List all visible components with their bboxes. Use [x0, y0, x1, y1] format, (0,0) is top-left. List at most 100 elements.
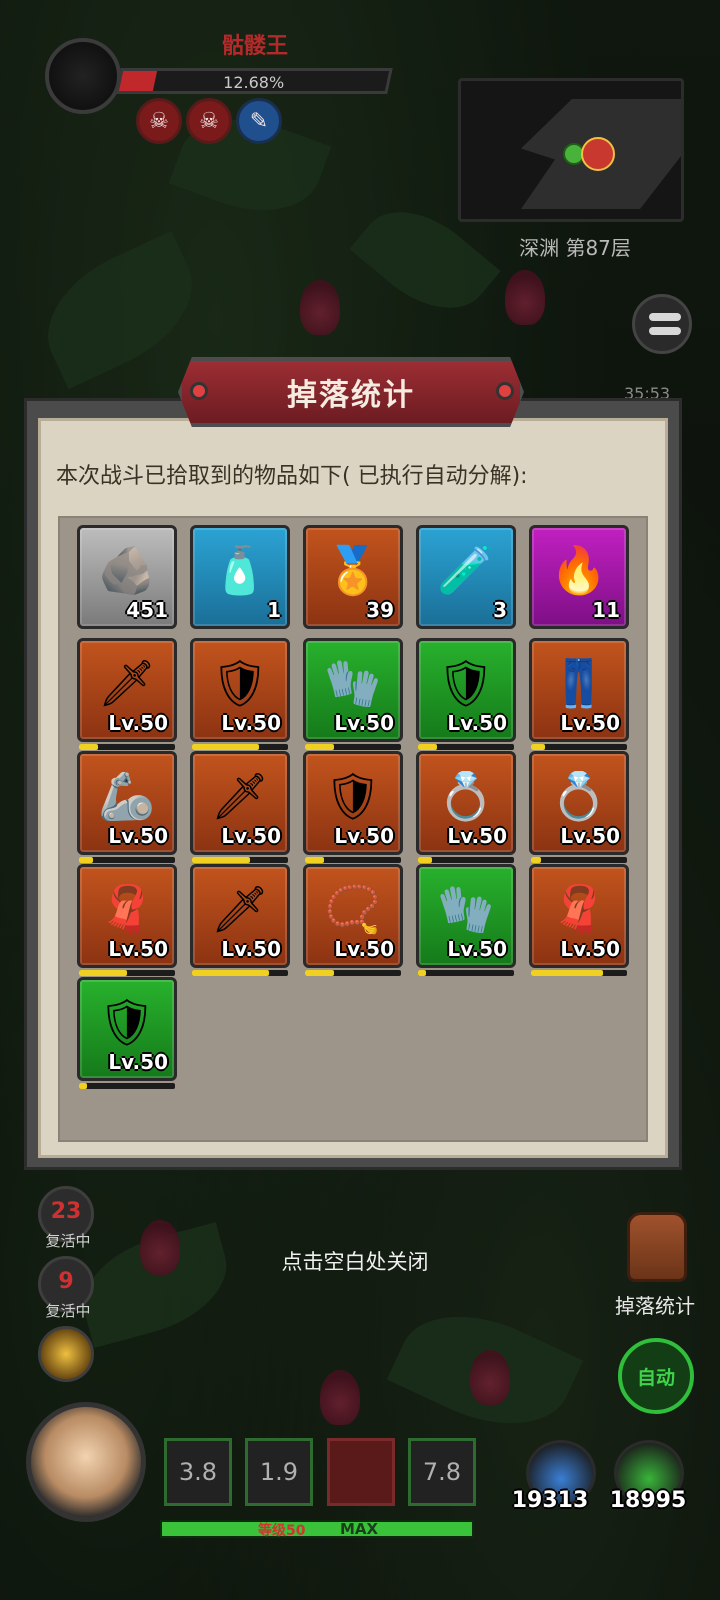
cloak-icon: 🧣 — [550, 882, 608, 936]
item-upgrade-bar — [418, 857, 514, 863]
loot-item-frame: 🛡 Lv.50 — [303, 751, 403, 855]
item-upgrade-bar-fill — [531, 970, 603, 976]
loot-item-frame: 🗡 Lv.50 — [190, 864, 290, 968]
drop-stats-label[interactable]: 掉落统计 — [600, 1290, 710, 1319]
loot-item[interactable]: 🧣 Lv.50 — [529, 864, 629, 978]
xp-max-text: MAX — [340, 1520, 379, 1538]
loot-item-label: Lv.50 — [334, 937, 394, 961]
revive-label: 复活中 — [45, 1302, 91, 1320]
gauntlet-icon: 🧤 — [437, 882, 495, 936]
item-upgrade-bar — [79, 1083, 175, 1089]
blue-potion-icon: 🧴 — [211, 543, 269, 597]
loot-item[interactable]: 🗡 Lv.50 — [190, 864, 290, 978]
loot-item-label: Lv.50 — [108, 711, 168, 735]
loot-item[interactable]: 📿 Lv.50 — [303, 864, 403, 978]
potion-icon[interactable]: ✎ — [236, 98, 282, 144]
loot-item-frame: 🛡 Lv.50 — [416, 638, 516, 742]
loot-item[interactable]: 💍 Lv.50 — [416, 751, 516, 865]
skull-icon[interactable]: ☠ — [186, 98, 232, 144]
panel-description: 本次战斗已拾取到的物品如下( 已执行自动分解): — [56, 464, 528, 489]
loot-item-label: Lv.50 — [221, 937, 281, 961]
item-upgrade-bar-fill — [79, 970, 127, 976]
loot-item-frame: 🛡 Lv.50 — [190, 638, 290, 742]
minimap[interactable] — [458, 78, 684, 222]
fire-essence-icon: 🔥 — [550, 543, 608, 597]
item-upgrade-bar — [305, 970, 401, 976]
skill-slot-2[interactable]: 1.9 — [245, 1438, 313, 1506]
floor-label: 深渊 第87层 — [519, 236, 631, 260]
banner-gem-icon — [496, 382, 514, 400]
auto-battle-button[interactable]: 自动 — [618, 1338, 694, 1414]
loot-item-label: 451 — [126, 598, 168, 622]
loot-item-frame: 🧴 1 — [190, 525, 290, 629]
item-upgrade-bar-fill — [418, 970, 426, 976]
loot-item-label: Lv.50 — [560, 711, 620, 735]
loot-item[interactable]: 🔥 11 — [529, 525, 629, 639]
loot-item-frame: 🧤 Lv.50 — [303, 638, 403, 742]
item-upgrade-bar — [531, 970, 627, 976]
level-text: 等级50 — [258, 1523, 306, 1539]
loot-item-label: Lv.50 — [447, 937, 507, 961]
loot-item[interactable]: 🧣 Lv.50 — [77, 864, 177, 978]
skill-slot-4[interactable]: 7.8 — [408, 1438, 476, 1506]
bee-pet-icon[interactable] — [38, 1326, 94, 1382]
amulet-icon: 📿 — [324, 882, 382, 936]
loot-item-frame: 🦾 Lv.50 — [77, 751, 177, 855]
boss-marker-icon — [581, 137, 615, 171]
hero-avatar[interactable] — [26, 1402, 146, 1522]
loot-item[interactable]: 👖 Lv.50 — [529, 638, 629, 752]
bracer-icon: 🦾 — [98, 769, 156, 823]
loot-item-frame: 🔥 11 — [529, 525, 629, 629]
menu-button[interactable] — [632, 294, 692, 354]
item-upgrade-bar-fill — [192, 857, 250, 863]
gauntlet-icon: 🧤 — [324, 656, 382, 710]
loot-item[interactable]: 🛡 Lv.50 — [77, 977, 177, 1091]
item-upgrade-bar — [305, 744, 401, 750]
skull-icon[interactable]: ☠ — [136, 98, 182, 144]
loot-item[interactable]: 🛡 Lv.50 — [416, 638, 516, 752]
loot-item-frame: 💍 Lv.50 — [529, 751, 629, 855]
loot-item[interactable]: 🛡 Lv.50 — [303, 751, 403, 865]
loot-item[interactable]: 🏅 39 — [303, 525, 403, 639]
item-upgrade-bar — [79, 744, 175, 750]
boss-name: 骷髅王 — [221, 34, 288, 59]
item-upgrade-bar — [192, 857, 288, 863]
item-upgrade-bar-fill — [79, 1083, 87, 1089]
loot-item[interactable]: 🗡 Lv.50 — [190, 751, 290, 865]
item-upgrade-bar-fill — [305, 744, 334, 750]
loot-item[interactable]: 🧤 Lv.50 — [303, 638, 403, 752]
loot-item[interactable]: 🧤 Lv.50 — [416, 864, 516, 978]
skill-slot-1[interactable]: 3.8 — [164, 1438, 232, 1506]
loot-item[interactable]: 💍 Lv.50 — [529, 751, 629, 865]
item-upgrade-bar — [531, 857, 627, 863]
loot-item-frame: 🪨 451 — [77, 525, 177, 629]
chest-armor-icon: 🛡 — [210, 656, 270, 710]
backpack-icon[interactable] — [627, 1212, 687, 1282]
skill-slot-3[interactable] — [327, 1438, 395, 1506]
loot-item-frame: 💍 Lv.50 — [416, 751, 516, 855]
loot-item-frame: 🧪 3 — [416, 525, 516, 629]
gold-medal-icon: 🏅 — [324, 543, 382, 597]
loot-item-label: 3 — [493, 598, 507, 622]
loot-item[interactable]: 🧪 3 — [416, 525, 516, 639]
loot-item-label: 1 — [267, 598, 281, 622]
loot-item-label: 39 — [366, 598, 394, 622]
ice-sword-icon: 🗡 — [210, 769, 270, 823]
loot-item-label: Lv.50 — [108, 824, 168, 848]
pauldron-icon: 🛡 — [97, 995, 157, 1049]
xp-bar: 等级50 MAX — [160, 1520, 474, 1539]
loot-item-label: Lv.50 — [560, 824, 620, 848]
revive-label: 复活中 — [45, 1232, 91, 1250]
item-upgrade-bar — [418, 970, 514, 976]
loot-item[interactable]: 🪨 451 — [77, 525, 177, 639]
loot-item[interactable]: 🧴 1 — [190, 525, 290, 639]
loot-item-label: Lv.50 — [334, 711, 394, 735]
loot-item-label: Lv.50 — [221, 824, 281, 848]
loot-item-label: Lv.50 — [108, 1050, 168, 1074]
loot-item[interactable]: 🗡 Lv.50 — [77, 638, 177, 752]
mp-potion-count: 18995 — [609, 1488, 687, 1513]
revive-countdown: 23 — [50, 1199, 82, 1224]
loot-item[interactable]: 🛡 Lv.50 — [190, 638, 290, 752]
loot-item[interactable]: 🦾 Lv.50 — [77, 751, 177, 865]
pants-icon: 👖 — [550, 656, 608, 710]
